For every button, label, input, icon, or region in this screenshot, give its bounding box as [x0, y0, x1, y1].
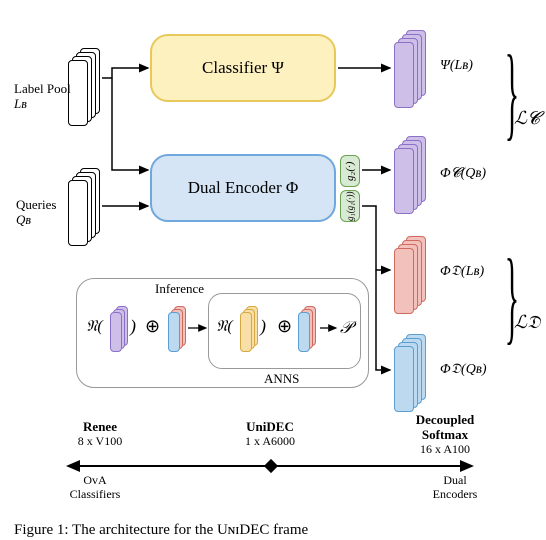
diagram-canvas: Label Pool Lʙ Queries Qʙ Classifier Ψ Du…: [0, 0, 546, 540]
decoupled-gpu: 16 x A100: [400, 443, 490, 457]
unidec-name: UniDEC: [220, 420, 320, 435]
gpu-spectrum: Renee 8 x V100 UniDEC 1 x A6000 Decouple…: [60, 420, 480, 490]
figure-caption: Figure 1: The architecture for the UɴɪDE…: [14, 522, 308, 539]
renee-name: Renee: [60, 420, 140, 435]
arrows: [0, 0, 546, 420]
decoupled-name: Decoupled Softmax: [400, 413, 490, 443]
axis-left: OvA Classifiers: [50, 474, 140, 502]
spectrum-svg: [60, 456, 480, 476]
axis-right: Dual Encoders: [410, 474, 500, 502]
renee-gpu: 8 x V100: [60, 435, 140, 449]
unidec-gpu: 1 x A6000: [220, 435, 320, 449]
